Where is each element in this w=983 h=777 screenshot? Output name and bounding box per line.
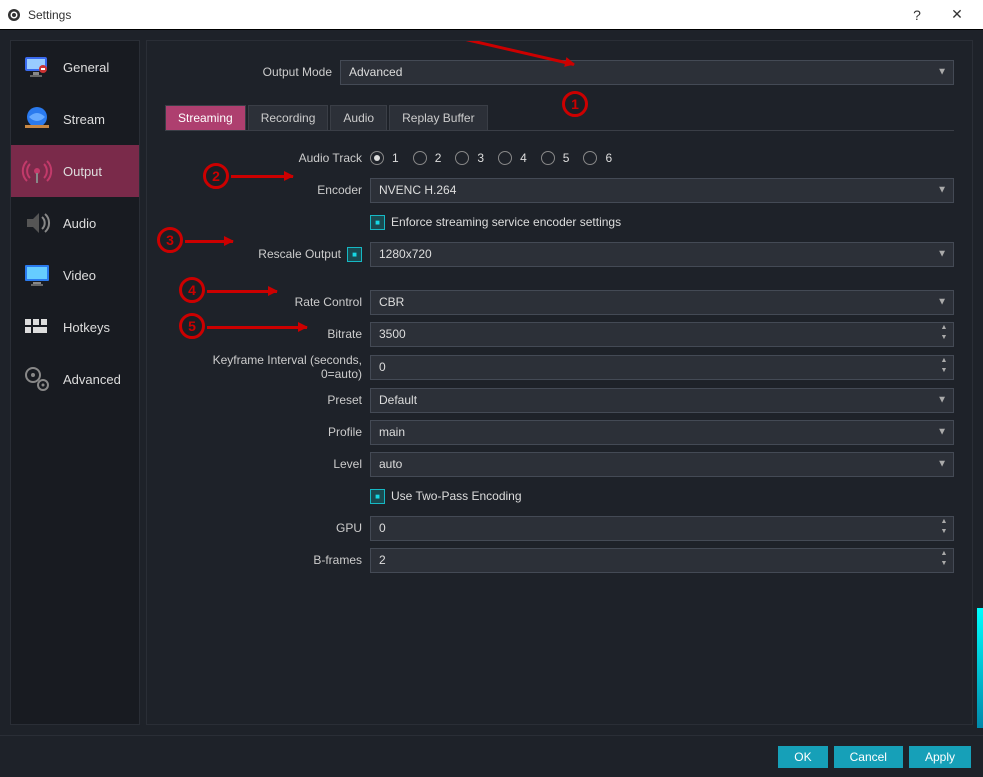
close-button[interactable]: ✕ <box>937 1 977 29</box>
sidebar: General Stream Output Audio Video Hotkey… <box>10 40 140 725</box>
content-area: Output Mode Advanced ▼ Streaming Recordi… <box>146 40 973 725</box>
sidebar-item-stream[interactable]: Stream <box>11 93 139 145</box>
audio-track-3-radio[interactable] <box>455 151 469 165</box>
spin-up-icon[interactable]: ▲ <box>937 357 951 368</box>
titlebar: Settings ? ✕ <box>0 0 983 30</box>
sidebar-item-output[interactable]: Output <box>11 145 139 197</box>
rescale-checkbox[interactable] <box>347 247 362 262</box>
bframes-label: B-frames <box>195 553 370 567</box>
rescale-label: Rescale Output <box>258 247 341 261</box>
sidebar-item-general[interactable]: General <box>11 41 139 93</box>
tab-streaming[interactable]: Streaming <box>165 105 246 130</box>
ok-button[interactable]: OK <box>778 746 827 768</box>
chevron-down-icon: ▼ <box>937 67 947 78</box>
preset-label: Preset <box>195 393 370 407</box>
chevron-down-icon: ▼ <box>937 459 947 470</box>
spin-up-icon[interactable]: ▲ <box>937 518 951 529</box>
sidebar-item-label: Stream <box>63 112 105 127</box>
sidebar-item-advanced[interactable]: Advanced <box>11 353 139 405</box>
output-mode-select[interactable]: Advanced ▼ <box>340 60 954 85</box>
two-pass-label: Use Two-Pass Encoding <box>391 489 522 503</box>
keyframe-input[interactable]: 0▲▼ <box>370 355 954 380</box>
annotation-3-arrow <box>185 240 233 243</box>
enforce-checkbox[interactable] <box>370 215 385 230</box>
speaker-icon <box>19 205 55 241</box>
sidebar-item-label: Hotkeys <box>63 320 110 335</box>
profile-select[interactable]: main▼ <box>370 420 954 445</box>
bitrate-input[interactable]: 3500▲▼ <box>370 322 954 347</box>
right-edge-strip <box>977 608 983 728</box>
bframes-input[interactable]: 2▲▼ <box>370 548 954 573</box>
enforce-label: Enforce streaming service encoder settin… <box>391 215 621 229</box>
sidebar-item-video[interactable]: Video <box>11 249 139 301</box>
profile-label: Profile <box>195 425 370 439</box>
rate-control-select[interactable]: CBR▼ <box>370 290 954 315</box>
audio-track-radios: 1 2 3 4 5 6 <box>370 151 954 165</box>
monitor-icon <box>19 49 55 85</box>
two-pass-checkbox[interactable] <box>370 489 385 504</box>
bitrate-label: Bitrate <box>195 327 370 341</box>
spin-up-icon[interactable]: ▲ <box>937 550 951 561</box>
encoder-label: Encoder <box>195 183 370 197</box>
preset-select[interactable]: Default▼ <box>370 388 954 413</box>
audio-track-6-radio[interactable] <box>583 151 597 165</box>
sidebar-item-audio[interactable]: Audio <box>11 197 139 249</box>
encoder-select[interactable]: NVENC H.264 ▼ <box>370 178 954 203</box>
tab-recording[interactable]: Recording <box>248 105 329 130</box>
level-label: Level <box>195 457 370 471</box>
spin-down-icon[interactable]: ▼ <box>937 528 951 539</box>
output-tabs: Streaming Recording Audio Replay Buffer <box>165 105 954 131</box>
audio-track-2-radio[interactable] <box>413 151 427 165</box>
chevron-down-icon: ▼ <box>937 185 947 196</box>
audio-track-label: Audio Track <box>195 151 370 165</box>
gears-icon <box>19 361 55 397</box>
audio-track-5-radio[interactable] <box>541 151 555 165</box>
rate-control-label: Rate Control <box>195 295 370 309</box>
sidebar-item-hotkeys[interactable]: Hotkeys <box>11 301 139 353</box>
level-select[interactable]: auto▼ <box>370 452 954 477</box>
antenna-icon <box>19 153 55 189</box>
rescale-select[interactable]: 1280x720 ▼ <box>370 242 954 267</box>
tab-replay-buffer[interactable]: Replay Buffer <box>389 105 488 130</box>
spin-up-icon[interactable]: ▲ <box>937 324 951 335</box>
globe-icon <box>19 101 55 137</box>
window-title: Settings <box>28 8 897 22</box>
gpu-label: GPU <box>195 521 370 535</box>
app-icon <box>6 7 22 23</box>
audio-track-1-radio[interactable] <box>370 151 384 165</box>
help-button[interactable]: ? <box>897 1 937 29</box>
sidebar-item-label: Output <box>63 164 102 179</box>
chevron-down-icon: ▼ <box>937 427 947 438</box>
sidebar-item-label: General <box>63 60 109 75</box>
sidebar-item-label: Audio <box>63 216 96 231</box>
annotation-4-arrow <box>207 290 277 293</box>
gpu-input[interactable]: 0▲▼ <box>370 516 954 541</box>
tab-audio[interactable]: Audio <box>330 105 387 130</box>
chevron-down-icon: ▼ <box>937 297 947 308</box>
sidebar-item-label: Advanced <box>63 372 121 387</box>
audio-track-4-radio[interactable] <box>498 151 512 165</box>
chevron-down-icon: ▼ <box>937 249 947 260</box>
chevron-down-icon: ▼ <box>937 395 947 406</box>
display-icon <box>19 257 55 293</box>
annotation-2-arrow <box>231 175 293 178</box>
sidebar-item-label: Video <box>63 268 96 283</box>
spin-down-icon[interactable]: ▼ <box>937 367 951 378</box>
apply-button[interactable]: Apply <box>909 746 971 768</box>
spin-down-icon[interactable]: ▼ <box>937 560 951 571</box>
cancel-button[interactable]: Cancel <box>834 746 903 768</box>
keyframe-label: Keyframe Interval (seconds, 0=auto) <box>195 353 370 381</box>
annotation-5-arrow <box>207 326 307 329</box>
keyboard-icon <box>19 309 55 345</box>
output-mode-label: Output Mode <box>165 65 340 79</box>
spin-down-icon[interactable]: ▼ <box>937 334 951 345</box>
dialog-footer: OK Cancel Apply <box>0 735 983 777</box>
